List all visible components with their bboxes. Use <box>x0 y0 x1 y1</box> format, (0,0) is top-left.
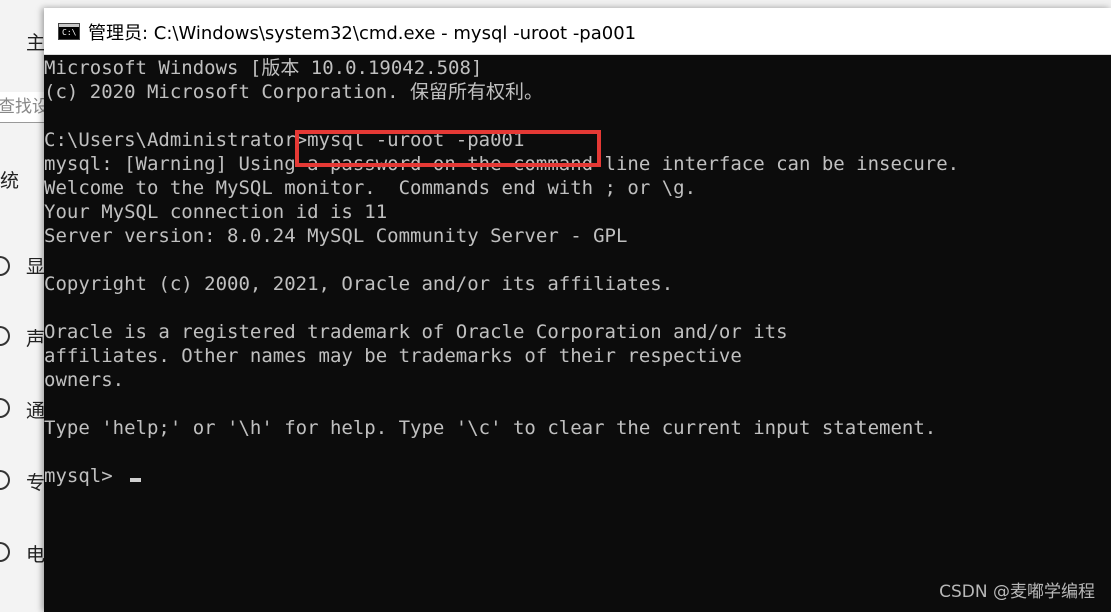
console-line: Type 'help;' or '\h' for help. Type '\c'… <box>44 417 937 439</box>
console-line: Oracle is a registered trademark of Orac… <box>44 321 788 343</box>
bg-nav-item-display[interactable]: 显 <box>26 252 45 279</box>
bg-nav-item-focus[interactable]: 专 <box>26 468 45 495</box>
display-icon <box>0 256 10 276</box>
console-line: Copyright (c) 2000, 2021, Oracle and/or … <box>44 273 674 295</box>
prompt-text: mysql> <box>44 465 125 487</box>
console-line: affiliates. Other names may be trademark… <box>44 345 742 367</box>
console-line: (c) 2020 Microsoft Corporation. 保留所有权利。 <box>44 81 544 103</box>
sound-icon <box>0 326 10 346</box>
bg-nav-item-notifications[interactable]: 通 <box>26 396 45 423</box>
bg-nav-item-power[interactable]: 电 <box>26 540 45 567</box>
bg-nav-item-sound[interactable]: 声 <box>26 324 45 351</box>
title-bar[interactable]: C:\ 管理员: C:\Windows\system32\cmd.exe - m… <box>44 8 1111 55</box>
text-cursor <box>130 478 142 482</box>
watermark: CSDN @麦嘟学编程 <box>939 582 1095 602</box>
command-highlight-box <box>295 130 601 167</box>
console-line: Microsoft Windows [版本 10.0.19042.508] <box>44 57 483 79</box>
console-line: owners. <box>44 369 125 391</box>
console-output[interactable]: Microsoft Windows [版本 10.0.19042.508] (c… <box>44 55 1111 612</box>
console-line: Welcome to the MySQL monitor. Commands e… <box>44 177 697 199</box>
bg-nav-item-system[interactable]: 统 <box>0 166 19 193</box>
console-line: Your MySQL connection id is 11 <box>44 201 388 223</box>
power-icon <box>0 542 10 562</box>
console-line: Server version: 8.0.24 MySQL Community S… <box>44 225 628 247</box>
focus-icon <box>0 470 10 490</box>
window-title: 管理员: C:\Windows\system32\cmd.exe - mysql… <box>88 23 637 44</box>
cmd-window[interactable]: C:\ 管理员: C:\Windows\system32\cmd.exe - m… <box>44 8 1111 612</box>
bg-nav-item-home[interactable]: 主 <box>26 28 45 55</box>
mysql-prompt[interactable]: mysql> <box>44 464 142 488</box>
cmd-icon: C:\ <box>58 23 80 40</box>
notification-icon <box>0 398 10 418</box>
